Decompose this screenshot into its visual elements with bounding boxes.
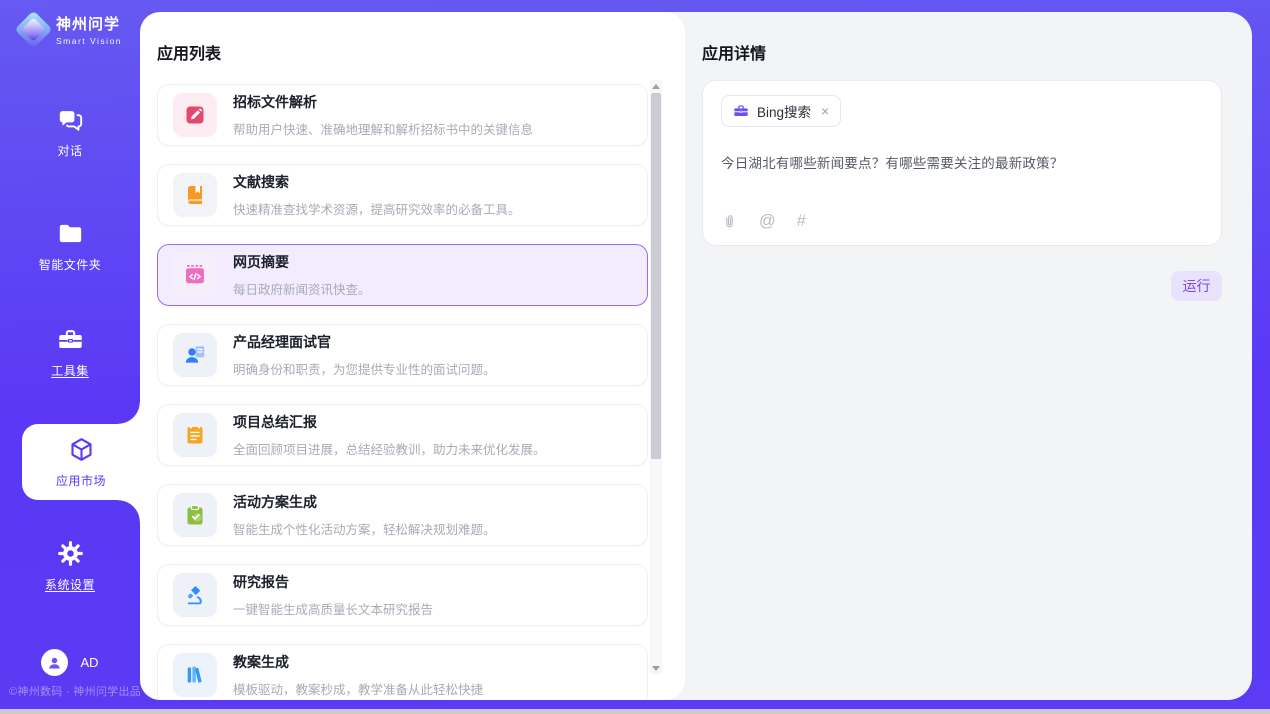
project-summary-icon [173,413,217,457]
chat-icon [57,106,84,133]
hash-tag-icon[interactable]: # [797,212,806,231]
interviewer-icon [173,333,217,377]
app-name: 项目总结汇报 [233,412,546,432]
app-list-item[interactable]: 教案生成 模板驱动，教案秒成，教学准备从此轻松快捷 [157,644,648,700]
app-description: 每日政府新闻资讯快查。 [233,279,371,298]
copyright-text: ©神州数码 · 神州问学出品 [9,683,141,699]
at-mention-icon[interactable]: @ [759,212,776,231]
app-list-title: 应用列表 [157,40,221,64]
brand-logo: 神州问学 Smart Vision [20,13,122,46]
toolbox-icon [57,326,84,353]
app-description: 一键智能生成高质量长文本研究报告 [233,599,433,618]
app-list-item[interactable]: 文献搜索 快速精准查找学术资源，提高研究效率的必备工具。 [157,164,648,226]
scroll-down-icon[interactable] [650,662,662,674]
run-button[interactable]: 运行 [1171,271,1222,301]
app-description: 帮助用户快速、准确地理解和解析招标书中的关键信息 [233,119,533,138]
user-row[interactable]: AD [0,649,140,676]
paperclip-icon[interactable] [721,213,738,230]
gear-icon [57,540,84,567]
lesson-plan-icon [173,653,217,697]
nav-label: 应用市场 [56,472,106,489]
scrollbar-thumb[interactable] [651,93,661,459]
sidebar-item-settings[interactable]: 系统设置 [0,540,140,593]
app-list-item[interactable]: 研究报告 一键智能生成高质量长文本研究报告 [157,564,648,626]
app-name: 文献搜索 [233,172,521,192]
sidebar: 神州问学 Smart Vision 对话 智能文件夹 工具集 应用市场 系统设置 [0,0,140,709]
app-name: 招标文件解析 [233,92,533,112]
cube-icon [68,436,95,463]
research-report-icon [173,573,217,617]
app-detail-title: 应用详情 [702,40,766,64]
app-list-item[interactable]: 招标文件解析 帮助用户快速、准确地理解和解析招标书中的关键信息 [157,84,648,146]
app-list-item[interactable]: 活动方案生成 智能生成个性化活动方案，轻松解决规划难题。 [157,484,648,546]
avatar[interactable] [41,649,68,676]
app-name: 网页摘要 [233,252,371,272]
app-name: 教案生成 [233,652,483,672]
app-description: 全面回顾项目进展，总结经验教训，助力未来优化发展。 [233,439,546,458]
app-list-item[interactable]: 网页摘要 每日政府新闻资讯快查。 [157,244,648,306]
brand-subtitle: Smart Vision [56,36,122,46]
nav-label: 对话 [57,142,82,159]
app-description: 明确身份和职责，为您提供专业性的面试问题。 [233,359,496,378]
app-detail-card: Bing搜索 × 今日湖北有哪些新闻要点？有哪些需要关注的最新政策？ @ # [702,80,1222,246]
app-list: 招标文件解析 帮助用户快速、准确地理解和解析招标书中的关键信息 文献搜索 快速精… [157,84,648,700]
app-name: 研究报告 [233,572,433,592]
bid-parse-icon [173,93,217,137]
app-name: 活动方案生成 [233,492,496,512]
query-text[interactable]: 今日湖北有哪些新闻要点？有哪些需要关注的最新政策？ [721,152,1203,172]
nav-label: 智能文件夹 [39,256,102,273]
app-description: 快速精准查找学术资源，提高研究效率的必备工具。 [233,199,521,218]
scrollbar[interactable] [650,80,662,674]
scroll-up-icon[interactable] [650,80,662,92]
nav-label: 工具集 [51,362,89,379]
attachment-toolbar: @ # [721,212,806,231]
web-summary-icon [173,253,217,297]
folder-icon [57,220,84,247]
app-list-item[interactable]: 产品经理面试官 明确身份和职责，为您提供专业性的面试问题。 [157,324,648,386]
app-name: 产品经理面试官 [233,332,496,352]
app-description: 智能生成个性化活动方案，轻松解决规划难题。 [233,519,496,538]
sidebar-item-chat[interactable]: 对话 [0,106,140,159]
user-name: AD [80,655,98,670]
activity-plan-icon [173,493,217,537]
nav-label: 系统设置 [45,576,95,593]
sidebar-item-app-market[interactable]: 应用市场 [22,424,140,500]
person-icon [46,654,63,671]
app-detail-section: 应用详情 Bing搜索 × 今日湖北有哪些新闻要点？有哪些需要关注的最新政策？ … [685,12,1252,700]
tool-chip-label: Bing搜索 [757,101,811,121]
close-icon[interactable]: × [821,104,829,118]
main-surface: 应用列表 招标文件解析 帮助用户快速、准确地理解和解析招标书中的关键信息 文献搜… [140,12,1252,700]
briefcase-icon [733,103,749,119]
book-search-icon [173,173,217,217]
app-list-item[interactable]: 项目总结汇报 全面回顾项目进展，总结经验教训，助力未来优化发展。 [157,404,648,466]
brand-diamond-icon [14,10,52,48]
bottom-edge-strip [0,709,1270,714]
sidebar-item-toolset[interactable]: 工具集 [0,326,140,379]
brand-name: 神州问学 [56,13,122,34]
sidebar-item-smart-folder[interactable]: 智能文件夹 [0,220,140,273]
tool-chip-bing-search[interactable]: Bing搜索 × [721,95,841,127]
app-description: 模板驱动，教案秒成，教学准备从此轻松快捷 [233,679,483,698]
app-list-panel: 应用列表 招标文件解析 帮助用户快速、准确地理解和解析招标书中的关键信息 文献搜… [140,12,685,700]
